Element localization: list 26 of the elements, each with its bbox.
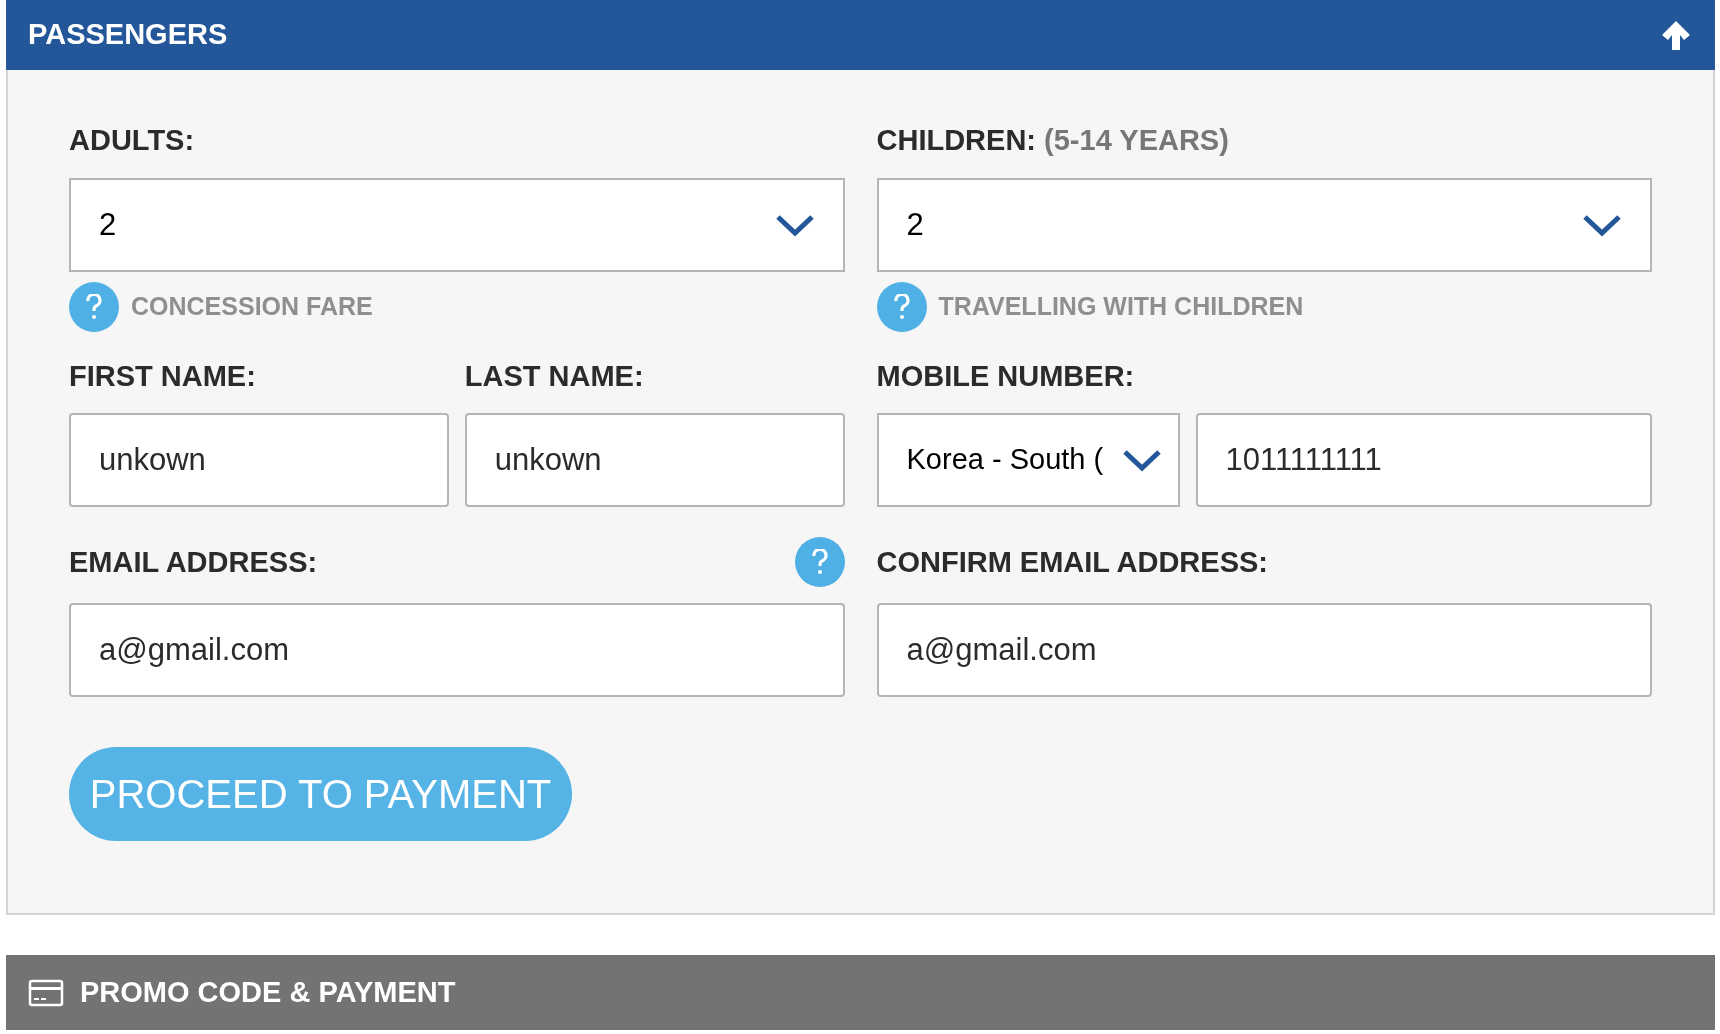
section-header[interactable]: PASSENGERS (6, 0, 1715, 70)
dropdown-select[interactable]: 2 (69, 178, 845, 272)
text-field[interactable]: a@gmail.com (876, 603, 1652, 697)
dropdown-select[interactable]: 2 (876, 178, 1652, 272)
text-field[interactable]: 1011111111 (1195, 413, 1652, 507)
field-label: CONFIRM EMAIL ADDRESS: (876, 547, 1268, 577)
field-label: EMAIL ADDRESS: (69, 547, 318, 577)
section-title: PROMO CODE & PAYMENT (80, 974, 456, 1010)
text-field[interactable]: a@gmail.com (69, 603, 845, 697)
credit-card-icon (28, 978, 64, 1007)
chevron-down-icon (774, 213, 815, 237)
field-label: ADULTS: (69, 126, 196, 155)
chevron-down-icon (1582, 213, 1622, 237)
field-label: LAST NAME: (464, 362, 645, 391)
section-title: PASSENGERS (28, 17, 228, 53)
section-header[interactable]: PROMO CODE & PAYMENT (6, 955, 1715, 1030)
field-label: CHILDREN: (5-14 YEARS) (876, 126, 1230, 155)
help-icon[interactable] (794, 537, 845, 587)
country-select[interactable]: Korea - South ( (876, 413, 1180, 507)
text-field[interactable]: unkown (464, 413, 845, 507)
field-label: MOBILE NUMBER: (876, 362, 1136, 391)
chevron-down-icon (1121, 448, 1162, 472)
help-icon[interactable] (876, 282, 927, 332)
field-label: FIRST NAME: (69, 362, 257, 391)
text-field[interactable]: unkown (69, 413, 449, 507)
help-icon[interactable] (69, 282, 119, 332)
